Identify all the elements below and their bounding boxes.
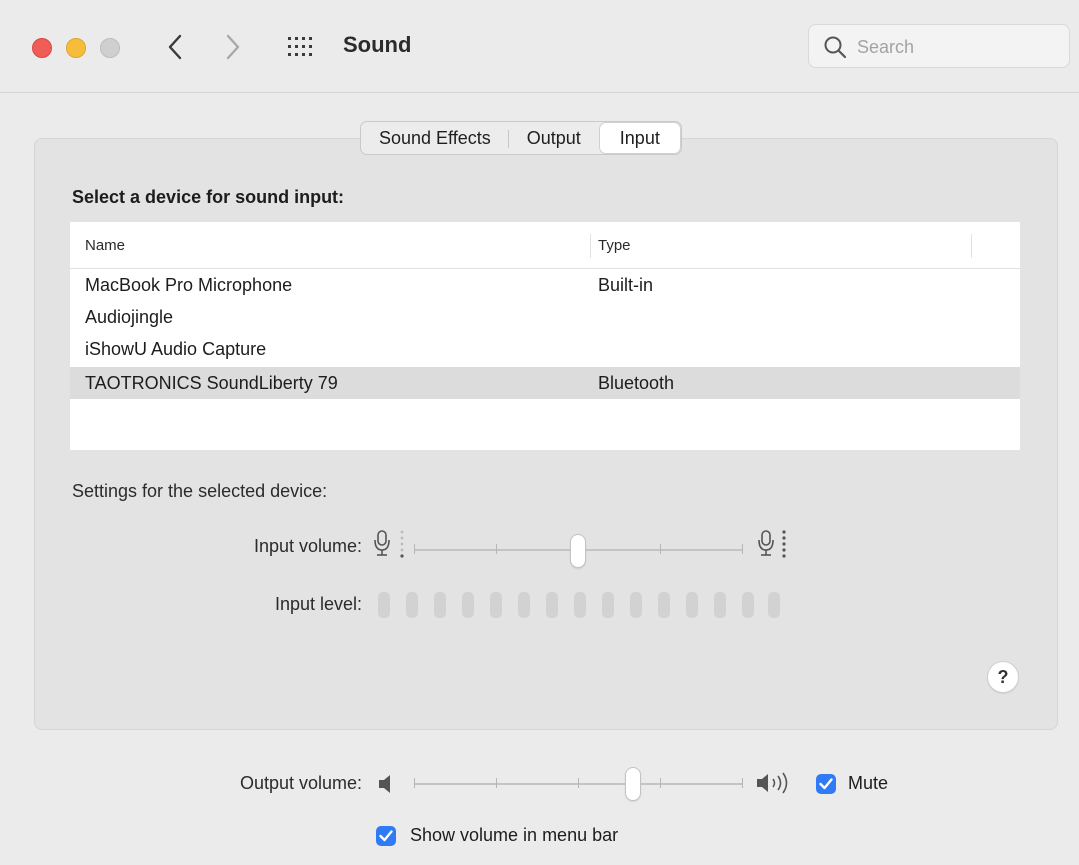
tab-input[interactable]: Input [599, 123, 680, 153]
close-button[interactable] [32, 38, 52, 58]
slider-tick [496, 544, 497, 554]
search-field[interactable] [808, 24, 1070, 68]
slider-tick [414, 778, 415, 788]
section-title: Select a device for sound input: [72, 187, 345, 207]
checkmark-icon [379, 830, 393, 842]
slider-tick [660, 544, 661, 554]
chevron-right-icon [226, 34, 240, 60]
column-header-name[interactable]: Name [85, 237, 125, 254]
mute-label: Mute [848, 773, 889, 793]
settings-label: Settings for the selected device: [72, 481, 328, 501]
table-row-selected[interactable]: TAOTRONICS SoundLiberty 79 Bluetooth [70, 367, 1020, 399]
forward-button[interactable] [218, 30, 248, 64]
level-segment [574, 592, 586, 618]
mute-checkbox[interactable] [816, 774, 836, 794]
slider-tick [578, 778, 579, 788]
minimize-button[interactable] [66, 38, 86, 58]
show-all-button[interactable] [284, 33, 318, 61]
microphone-low-icon [374, 530, 404, 558]
device-name: iShowU Audio Capture [85, 339, 267, 359]
column-divider [971, 234, 972, 258]
speaker-high-icon [757, 772, 788, 794]
grid-icon [288, 37, 312, 56]
table-row[interactable]: Audiojingle [70, 301, 1020, 333]
device-name: MacBook Pro Microphone [85, 275, 293, 295]
title-bar: Sound [0, 0, 1079, 93]
device-name: Audiojingle [85, 307, 174, 327]
chevron-left-icon [168, 34, 182, 60]
level-segment [658, 592, 670, 618]
input-volume-label: Input volume: [253, 536, 362, 556]
level-segment [406, 592, 418, 618]
window-title: Sound [343, 32, 412, 57]
show-in-menu-bar-label: Show volume in menu bar [410, 825, 619, 845]
column-divider [590, 234, 591, 258]
checkmark-icon [819, 778, 833, 790]
level-segment [714, 592, 726, 618]
column-header-type[interactable]: Type [598, 237, 631, 254]
slider-thumb[interactable] [626, 768, 640, 800]
microphone-high-icon [758, 530, 786, 558]
tab-sound-effects[interactable]: Sound Effects [361, 122, 509, 154]
back-button[interactable] [160, 30, 190, 64]
level-segment [378, 592, 390, 618]
slider-tick [496, 778, 497, 788]
speaker-low-icon [379, 775, 390, 793]
help-button[interactable]: ? [988, 662, 1018, 692]
device-type: Built-in [598, 275, 654, 295]
table-header: Name Type [70, 222, 1020, 269]
device-type: Bluetooth [598, 373, 675, 393]
level-segment [490, 592, 502, 618]
slider-tick [414, 544, 415, 554]
tab-bar: Sound Effects Output Input [360, 121, 682, 155]
level-segment [518, 592, 530, 618]
level-segment [742, 592, 754, 618]
level-segment [462, 592, 474, 618]
device-table[interactable]: Name Type MacBook Pro Microphone Built-i… [70, 222, 1020, 450]
level-segment [630, 592, 642, 618]
table-row[interactable]: MacBook Pro Microphone Built-in [70, 269, 1020, 301]
slider-tick [742, 544, 743, 554]
level-segment [434, 592, 446, 618]
tab-output[interactable]: Output [509, 122, 599, 154]
show-in-menu-bar-checkbox[interactable] [376, 826, 396, 846]
table-row[interactable]: iShowU Audio Capture [70, 333, 1020, 365]
level-segment [546, 592, 558, 618]
level-segment [602, 592, 614, 618]
maximize-button[interactable] [100, 38, 120, 58]
output-volume-label: Output volume: [239, 773, 362, 793]
level-segment [768, 592, 780, 618]
search-icon [824, 36, 847, 59]
input-level-label: Input level: [274, 594, 362, 614]
slider-tick [660, 778, 661, 788]
slider-thumb[interactable] [571, 535, 585, 567]
level-segment [686, 592, 698, 618]
slider-tick [742, 778, 743, 788]
search-input[interactable] [855, 33, 1059, 61]
device-name: TAOTRONICS SoundLiberty 79 [85, 373, 338, 393]
